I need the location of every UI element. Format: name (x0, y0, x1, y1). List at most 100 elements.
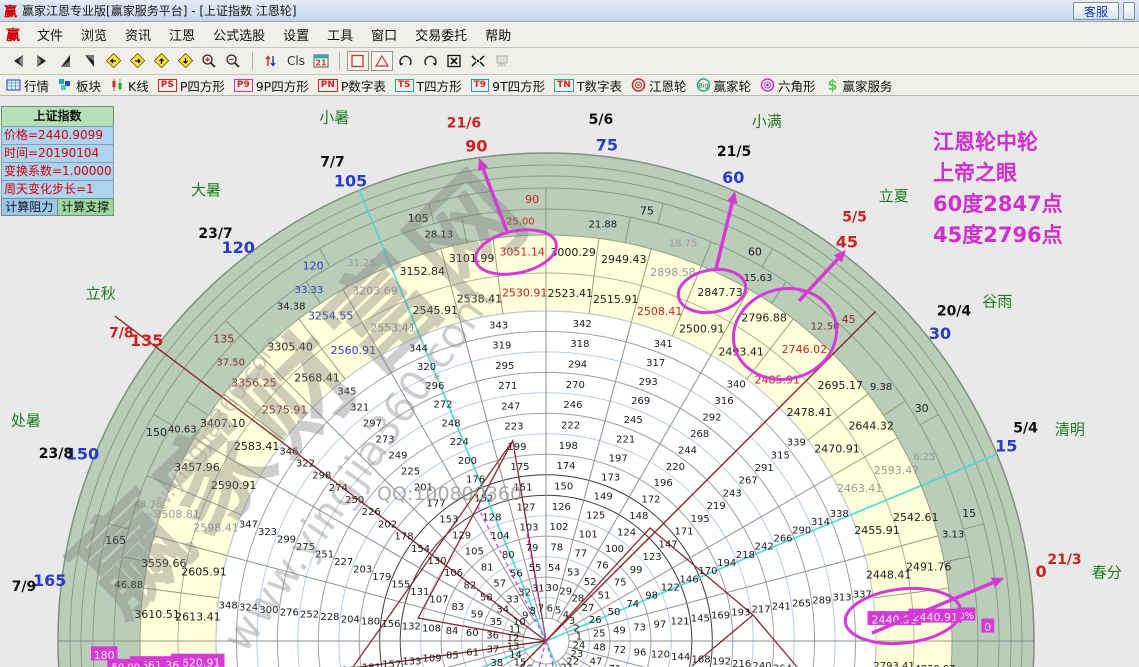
boxed-x-icon[interactable] (443, 51, 465, 71)
view-tab-9T四方形[interactable]: T9 9T四方形 (470, 76, 545, 95)
date-label: 21/3 (1047, 552, 1081, 568)
inner-wheel-number: 80 (502, 550, 515, 561)
shape-square-icon[interactable] (346, 51, 369, 71)
inner-wheel-number: 146 (680, 574, 699, 585)
inner-wheel-number: 170 (698, 566, 717, 577)
nav-right-icon[interactable] (31, 51, 53, 71)
price-ring-inner-value: 2508.41 (637, 305, 683, 318)
inner-wheel-number: 225 (401, 466, 420, 477)
view-tab-赢家服务[interactable]: $ 赢家服务 (825, 76, 892, 95)
inner-wheel-number: 195 (691, 514, 710, 525)
percent-ring-value: 18.75 (669, 239, 698, 250)
inner-wheel-number: 48 (593, 643, 606, 654)
inner-wheel-number: 129 (452, 531, 471, 542)
solar-term-label: 立夏 (879, 187, 909, 205)
price-ring-outer-value: 2695.17 (818, 379, 864, 392)
inner-wheel-number: 154 (411, 544, 430, 555)
arc-ccw-icon[interactable] (395, 51, 417, 71)
diamond-left-icon[interactable] (103, 51, 125, 71)
calc-support-button[interactable]: 计算支撑 (57, 198, 114, 216)
titlebar: 赢 赢家江恩专业版[赢家服务平台] - [上证指数 江恩轮] 客服 (0, 0, 1139, 22)
zoom-in-icon[interactable] (199, 51, 221, 71)
price-ring-outer-value: 2644.32 (848, 420, 894, 433)
inner-wheel-number: 54 (548, 563, 561, 574)
price-ring-inner-value: 2530.91 (502, 287, 548, 300)
view-tab-9P四方形[interactable]: P9 9P四方形 (233, 76, 309, 95)
view-tab-行情[interactable]: 行情 (6, 76, 49, 95)
customer-service-button[interactable]: 客服 (1072, 1, 1119, 20)
view-tab-六角形[interactable]: 六角形 (760, 76, 816, 95)
inner-wheel-number: 314 (811, 517, 830, 528)
inner-wheel-number: 108 (422, 624, 441, 635)
price-ring-inner-value: 2463.41 (837, 482, 883, 495)
diamond-right-icon[interactable] (127, 51, 149, 71)
ts-badge-icon: TS (394, 78, 414, 92)
flag-up-icon[interactable] (55, 51, 77, 71)
menu-item-3[interactable]: 资讯 (116, 22, 160, 47)
instrument-name: 上证指数 (1, 106, 114, 126)
app-logo-icon: 赢 (4, 5, 18, 20)
cls-button[interactable]: Cls (283, 54, 309, 68)
big-circle-icon: Big (696, 78, 711, 92)
view-tab-江恩轮[interactable]: 江恩轮 (631, 76, 687, 95)
inner-wheel-number: 130 (427, 556, 446, 567)
diamond-down-icon[interactable] (175, 51, 197, 71)
inner-wheel-number: 317 (646, 358, 665, 369)
inner-wheel-number: 132 (402, 621, 421, 632)
window-title: 赢家江恩专业版[赢家服务平台] - [上证指数 江恩轮] (22, 4, 297, 18)
menu-item-10[interactable]: 帮助 (476, 22, 520, 47)
inner-wheel-number: 78 (550, 543, 563, 554)
converge-arrows-icon[interactable] (467, 51, 489, 71)
inner-wheel-number: 290 (792, 525, 811, 536)
inner-wheel-number: 96 (634, 647, 647, 658)
view-tab-T数字表[interactable]: TN T数字表 (554, 76, 622, 95)
view-tab-赢家轮[interactable]: Big 赢家轮 (696, 76, 752, 95)
menu-item-7[interactable]: 工具 (318, 22, 362, 47)
menu-item-8[interactable]: 窗口 (362, 22, 406, 47)
updown-arrows-icon[interactable] (260, 51, 282, 71)
view-tab-T四方形[interactable]: TS T四方形 (394, 76, 462, 95)
menu-item-2[interactable]: 浏览 (72, 22, 116, 47)
clipped-titlebar-button[interactable] (1123, 1, 1135, 20)
view-tab-K线[interactable]: K线 (110, 76, 149, 95)
nav-left-icon[interactable] (7, 51, 29, 71)
flag-down-icon[interactable] (79, 51, 101, 71)
view-tab-板块[interactable]: 板块 (58, 76, 101, 95)
view-tab-P数字表[interactable]: PN P数字表 (317, 76, 386, 95)
toolbar-separator (338, 52, 340, 70)
wheel-note-line-2: 上帝之眼 (933, 161, 1017, 185)
view-tab-P四方形[interactable]: PS P四方形 (157, 76, 225, 95)
calc-resistance-button[interactable]: 计算阻力 (1, 198, 58, 216)
zoom-out-icon[interactable] (223, 51, 245, 71)
menu-item-1[interactable]: 文件 (28, 22, 72, 47)
shape-triangle-icon[interactable] (370, 51, 393, 71)
price-ring-inner-value: 2478.41 (787, 406, 833, 419)
arc-cw-icon[interactable] (419, 51, 441, 71)
inner-wheel-number: 5 (555, 606, 561, 617)
inner-wheel-number: 218 (736, 550, 755, 561)
calendar-icon[interactable]: 21 (310, 51, 332, 71)
menu-item-6[interactable]: 设置 (274, 22, 318, 47)
inner-wheel-number: 181 (362, 663, 381, 667)
inner-wheel-number: 153 (439, 515, 458, 526)
diamond-up-icon[interactable] (151, 51, 173, 71)
inner-wheel-number: 131 (410, 587, 429, 598)
inner-wheel-number: 3 (569, 616, 575, 627)
inner-wheel-number: 81 (481, 563, 494, 574)
inner-wheel-number: 103 (519, 523, 538, 534)
date-label: 21/6 (447, 116, 481, 132)
inner-wheel-number: 24 (573, 640, 586, 651)
inner-wheel-number: 313 (833, 592, 852, 603)
date-label: 23/8 (39, 446, 73, 462)
price-ring-inner-value: 2470.91 (814, 442, 860, 455)
inner-wheel-number: 53 (567, 568, 580, 579)
menu-item-9[interactable]: 交易委托 (406, 22, 476, 47)
date-label: 5/5 (842, 209, 867, 225)
menu-item-5[interactable]: 公式选股 (204, 22, 274, 47)
degree-ring-value: 150 (146, 426, 167, 439)
view-tab-label: 赢家轮 (713, 78, 752, 94)
inner-wheel-number: 107 (429, 594, 448, 605)
menu-item-4[interactable]: 江恩 (160, 22, 204, 47)
gann-wheel-canvas[interactable]: 1234567891011121314151617181920212223242… (0, 0, 1139, 667)
application-window: { "window": { "logo": "赢", "title": "赢家江… (0, 0, 1139, 667)
